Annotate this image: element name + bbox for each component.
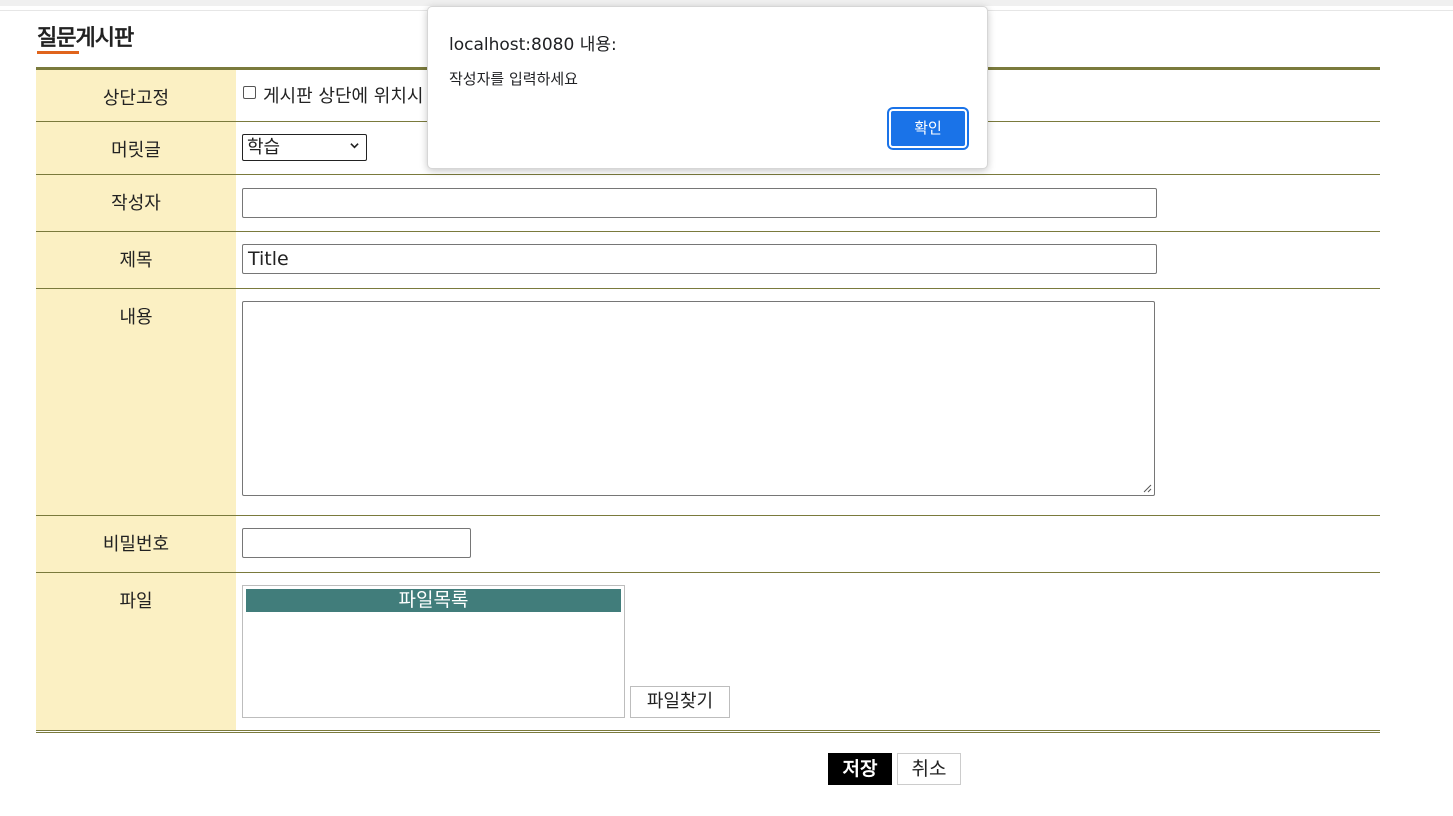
dialog-title: localhost:8080 내용: (449, 35, 617, 55)
header-select-value: 학습 (247, 137, 281, 158)
password-label: 비밀번호 (36, 516, 236, 572)
row-content: 내용 (36, 289, 1380, 516)
title-cell: Title (236, 232, 1380, 288)
alert-dialog: localhost:8080 내용: 작성자를 입력하세요 확인 (427, 6, 988, 169)
row-author: 작성자 (36, 175, 1380, 232)
file-list-box[interactable]: 파일목록 (242, 585, 625, 718)
save-button[interactable]: 저장 (828, 753, 892, 785)
content-cell (236, 289, 1380, 515)
chevron-down-icon (350, 143, 359, 149)
author-label: 작성자 (36, 175, 236, 231)
row-title: 제목 Title (36, 232, 1380, 289)
page-title-underline (37, 51, 79, 54)
header-label: 머릿글 (36, 122, 236, 174)
content-textarea[interactable] (242, 301, 1155, 496)
header-select[interactable]: 학습 (242, 134, 367, 161)
dialog-message: 작성자를 입력하세요 (449, 70, 578, 88)
password-input[interactable] (242, 528, 471, 558)
content-label: 내용 (36, 289, 236, 515)
author-input[interactable] (242, 188, 1157, 218)
find-file-button[interactable]: 파일찾기 (630, 686, 730, 718)
author-cell (236, 175, 1380, 231)
resize-grip-icon[interactable] (1142, 483, 1152, 493)
title-input[interactable]: Title (242, 244, 1157, 274)
pin-checkbox-label[interactable]: 게시판 상단에 위치시 (263, 82, 423, 108)
dialog-ok-button[interactable]: 확인 (889, 109, 967, 148)
row-file: 파일 파일목록 파일찾기 (36, 573, 1380, 733)
title-label: 제목 (36, 232, 236, 288)
page-title: 질문게시판 (37, 26, 134, 51)
file-cell: 파일목록 파일찾기 (236, 573, 1380, 730)
cancel-button[interactable]: 취소 (897, 753, 961, 785)
pin-label: 상단고정 (36, 70, 236, 121)
file-label: 파일 (36, 573, 236, 730)
pin-checkbox[interactable] (243, 86, 256, 99)
file-list-header: 파일목록 (246, 589, 621, 612)
row-password: 비밀번호 (36, 516, 1380, 573)
password-cell (236, 516, 1380, 572)
